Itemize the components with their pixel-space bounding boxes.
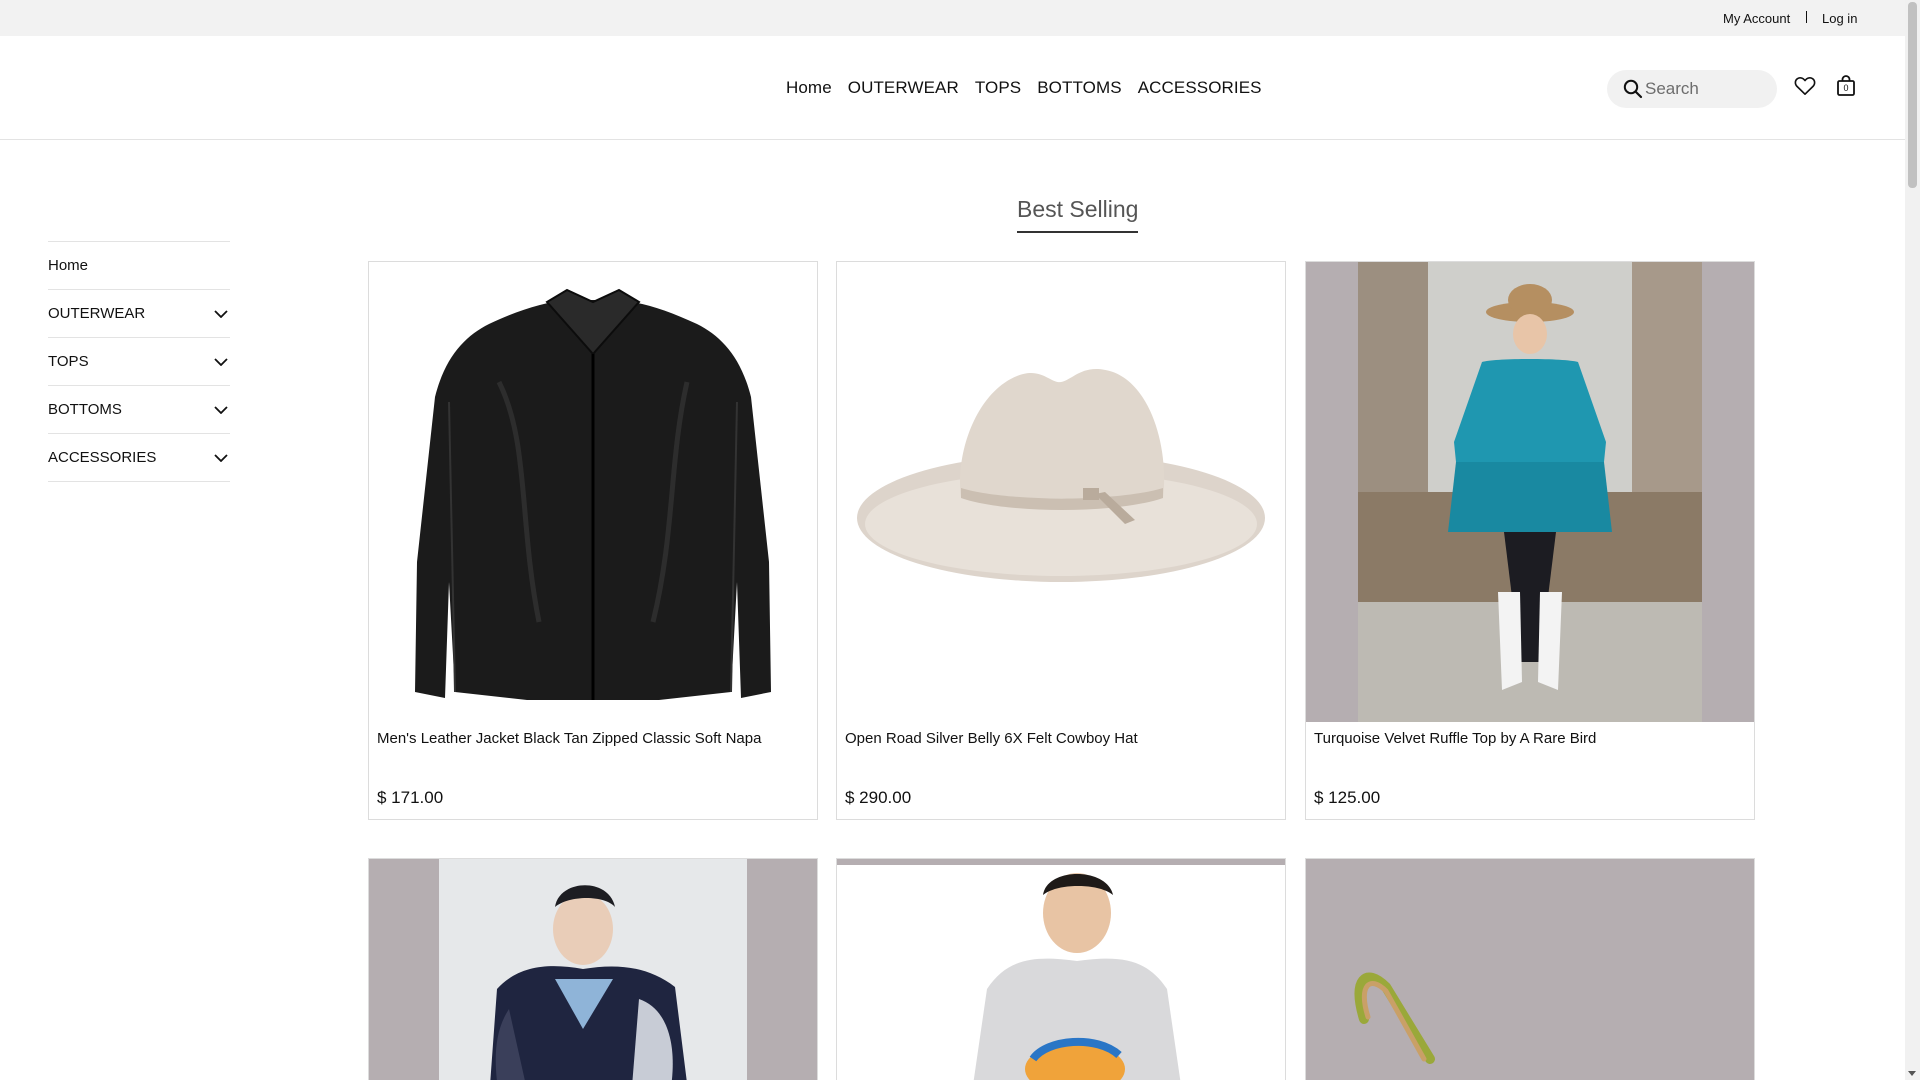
site-header: Home OUTERWEAR TOPS BOTTOMS ACCESSORIES … bbox=[0, 36, 1905, 140]
sidebar-item-label: TOPS bbox=[48, 353, 89, 370]
utility-divider bbox=[1806, 11, 1807, 23]
scrollbar-thumb[interactable] bbox=[1908, 2, 1917, 188]
sidebar-item-label: Home bbox=[48, 257, 89, 274]
nav-item-bottoms[interactable]: BOTTOMS bbox=[1037, 78, 1121, 98]
product-name[interactable]: Open Road Silver Belly 6X Felt Cowboy Ha… bbox=[845, 730, 1138, 747]
sidebar-item-label: ACCESSORIES bbox=[48, 449, 157, 466]
sidebar-item-bottoms[interactable]: BOTTOMS bbox=[48, 386, 230, 434]
sidebar-item-tops[interactable]: TOPS bbox=[48, 338, 230, 386]
search-icon[interactable] bbox=[1623, 79, 1643, 99]
nav-item-tops[interactable]: TOPS bbox=[975, 78, 1021, 98]
product-price: $ 125.00 bbox=[1314, 788, 1381, 807]
product-name[interactable]: Turquoise Velvet Ruffle Top by A Rare Bi… bbox=[1314, 730, 1596, 747]
product-image-puffer-jacket[interactable] bbox=[369, 859, 817, 1080]
chevron-down-icon[interactable] bbox=[214, 309, 228, 318]
nav-item-outerwear[interactable]: OUTERWEAR bbox=[848, 78, 959, 98]
category-sidebar: Home OUTERWEAR TOPS BOTTOMS ACCESSORIES bbox=[48, 241, 230, 482]
product-image-turquoise-top[interactable] bbox=[1306, 262, 1754, 722]
product-card[interactable]: Open Road Silver Belly 6X Felt Cowboy Ha… bbox=[836, 261, 1286, 820]
my-account-link[interactable]: My Account bbox=[1723, 11, 1790, 26]
product-price: $ 290.00 bbox=[845, 788, 912, 807]
product-card[interactable]: Turquoise Velvet Ruffle Top by A Rare Bi… bbox=[1305, 261, 1755, 820]
sidebar-item-accessories[interactable]: ACCESSORIES bbox=[48, 434, 230, 482]
sidebar-item-label: OUTERWEAR bbox=[48, 305, 146, 322]
scroll-down-arrow[interactable] bbox=[1908, 1071, 1916, 1076]
heart-icon[interactable] bbox=[1794, 76, 1816, 96]
product-price: $ 171.00 bbox=[377, 788, 444, 807]
chevron-down-icon[interactable] bbox=[214, 405, 228, 414]
nav-item-accessories[interactable]: ACCESSORIES bbox=[1138, 78, 1262, 98]
product-image-strap[interactable] bbox=[1306, 859, 1754, 1080]
chevron-down-icon[interactable] bbox=[214, 357, 228, 366]
chevron-down-icon[interactable] bbox=[214, 453, 228, 462]
cart-count: 0 bbox=[1843, 83, 1849, 93]
log-in-link[interactable]: Log in bbox=[1822, 11, 1857, 26]
product-card[interactable]: Men's Leather Jacket Black Tan Zipped Cl… bbox=[368, 261, 818, 820]
product-image-leather-jacket[interactable] bbox=[369, 262, 817, 722]
search-input[interactable] bbox=[1645, 70, 1770, 108]
product-image-cowboy-hat[interactable] bbox=[837, 262, 1285, 722]
sidebar-item-label: BOTTOMS bbox=[48, 401, 122, 418]
nav-item-home[interactable]: Home bbox=[786, 78, 832, 98]
product-card[interactable] bbox=[368, 858, 818, 1080]
product-image-hoodie[interactable] bbox=[837, 859, 1285, 1080]
page-scrollbar[interactable] bbox=[1905, 0, 1920, 1080]
section-title: Best Selling bbox=[1017, 196, 1139, 233]
main-nav: Home OUTERWEAR TOPS BOTTOMS ACCESSORIES bbox=[786, 78, 1262, 98]
product-name[interactable]: Men's Leather Jacket Black Tan Zipped Cl… bbox=[377, 730, 761, 747]
sidebar-item-home[interactable]: Home bbox=[48, 242, 230, 290]
utility-bar: My Account Log in bbox=[0, 0, 1905, 36]
product-card[interactable] bbox=[836, 858, 1286, 1080]
search-box[interactable] bbox=[1607, 70, 1777, 108]
sidebar-item-outerwear[interactable]: OUTERWEAR bbox=[48, 290, 230, 338]
product-card[interactable] bbox=[1305, 858, 1755, 1080]
